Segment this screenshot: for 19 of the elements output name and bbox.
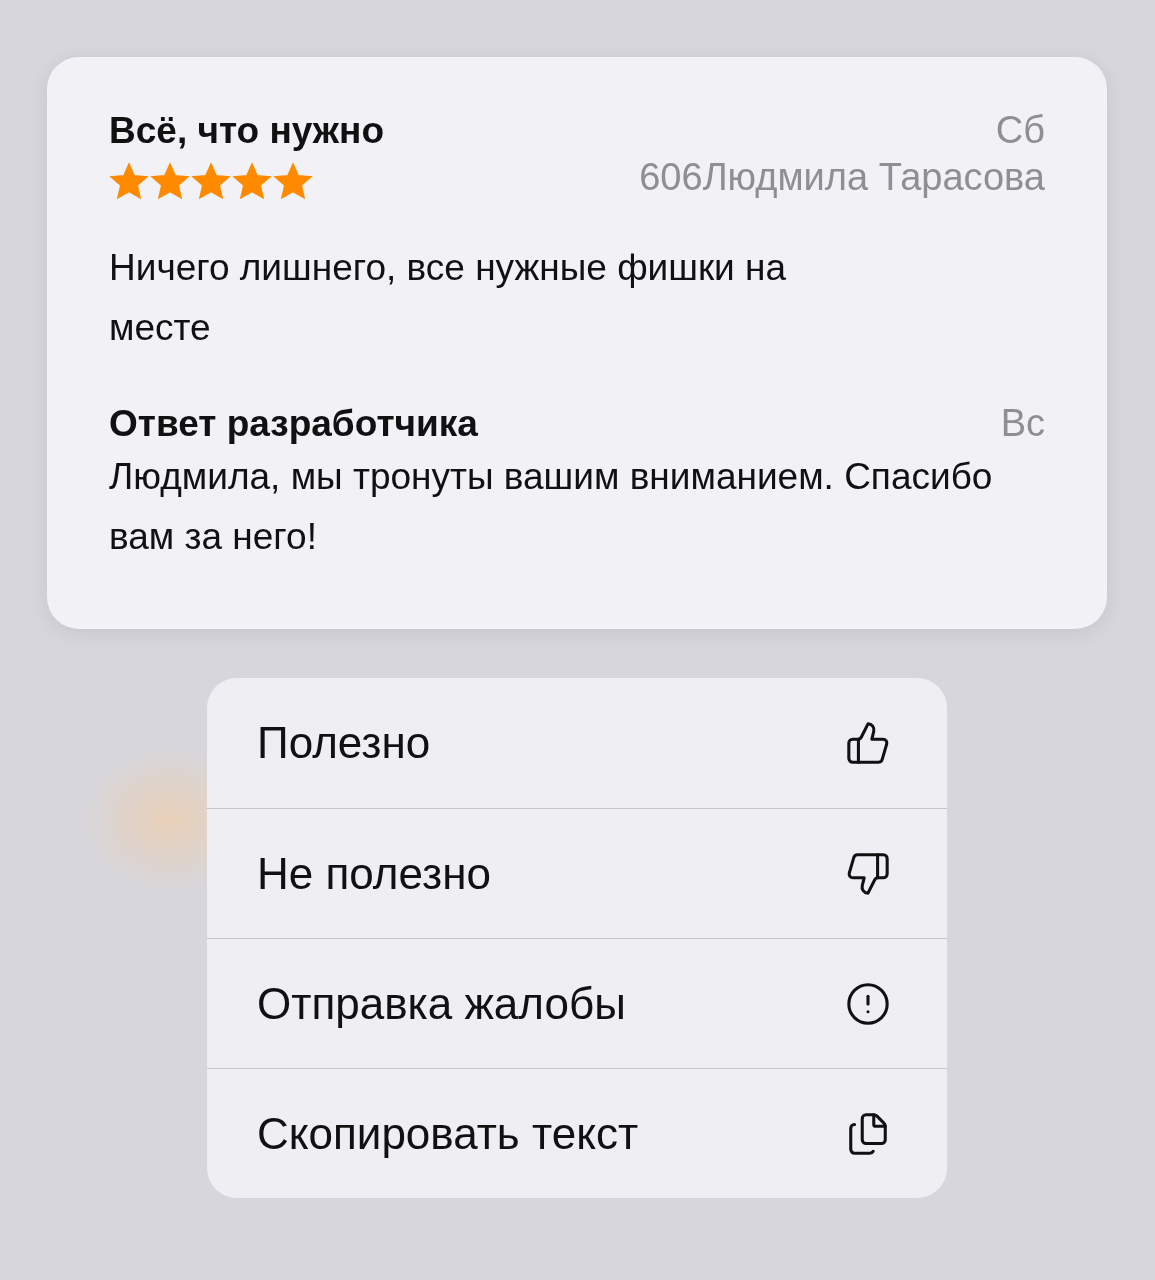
- star-icon: [109, 162, 149, 202]
- star-icon: [273, 162, 313, 202]
- response-text: Людмила, мы тронуты вашим вниманием. Спасибо вам за него!: [109, 455, 994, 559]
- menu-item[interactable]: Скопировать текст: [207, 1068, 947, 1198]
- review-title: Всё, что нужно: [109, 109, 384, 152]
- star-icon: [150, 162, 190, 202]
- menu-item[interactable]: Отправка жалобы: [207, 938, 947, 1068]
- review-text: Ничего лишнего, все нужные фишки на месте: [109, 246, 788, 350]
- thumbs-up-icon: [845, 720, 891, 766]
- review-day: Сб: [995, 109, 1045, 152]
- thumbs-down-icon: [845, 850, 891, 897]
- review-author: 606Людмила Тарасова: [639, 155, 1045, 199]
- alert-icon: [845, 980, 891, 1027]
- response-title: Ответ разработчика: [109, 402, 478, 445]
- response-day: Вс: [1000, 402, 1045, 445]
- menu-item[interactable]: Полезно: [207, 678, 947, 808]
- star-icon: [232, 162, 272, 202]
- star-icon: [191, 162, 231, 202]
- menu-item[interactable]: Не полезно: [207, 808, 947, 938]
